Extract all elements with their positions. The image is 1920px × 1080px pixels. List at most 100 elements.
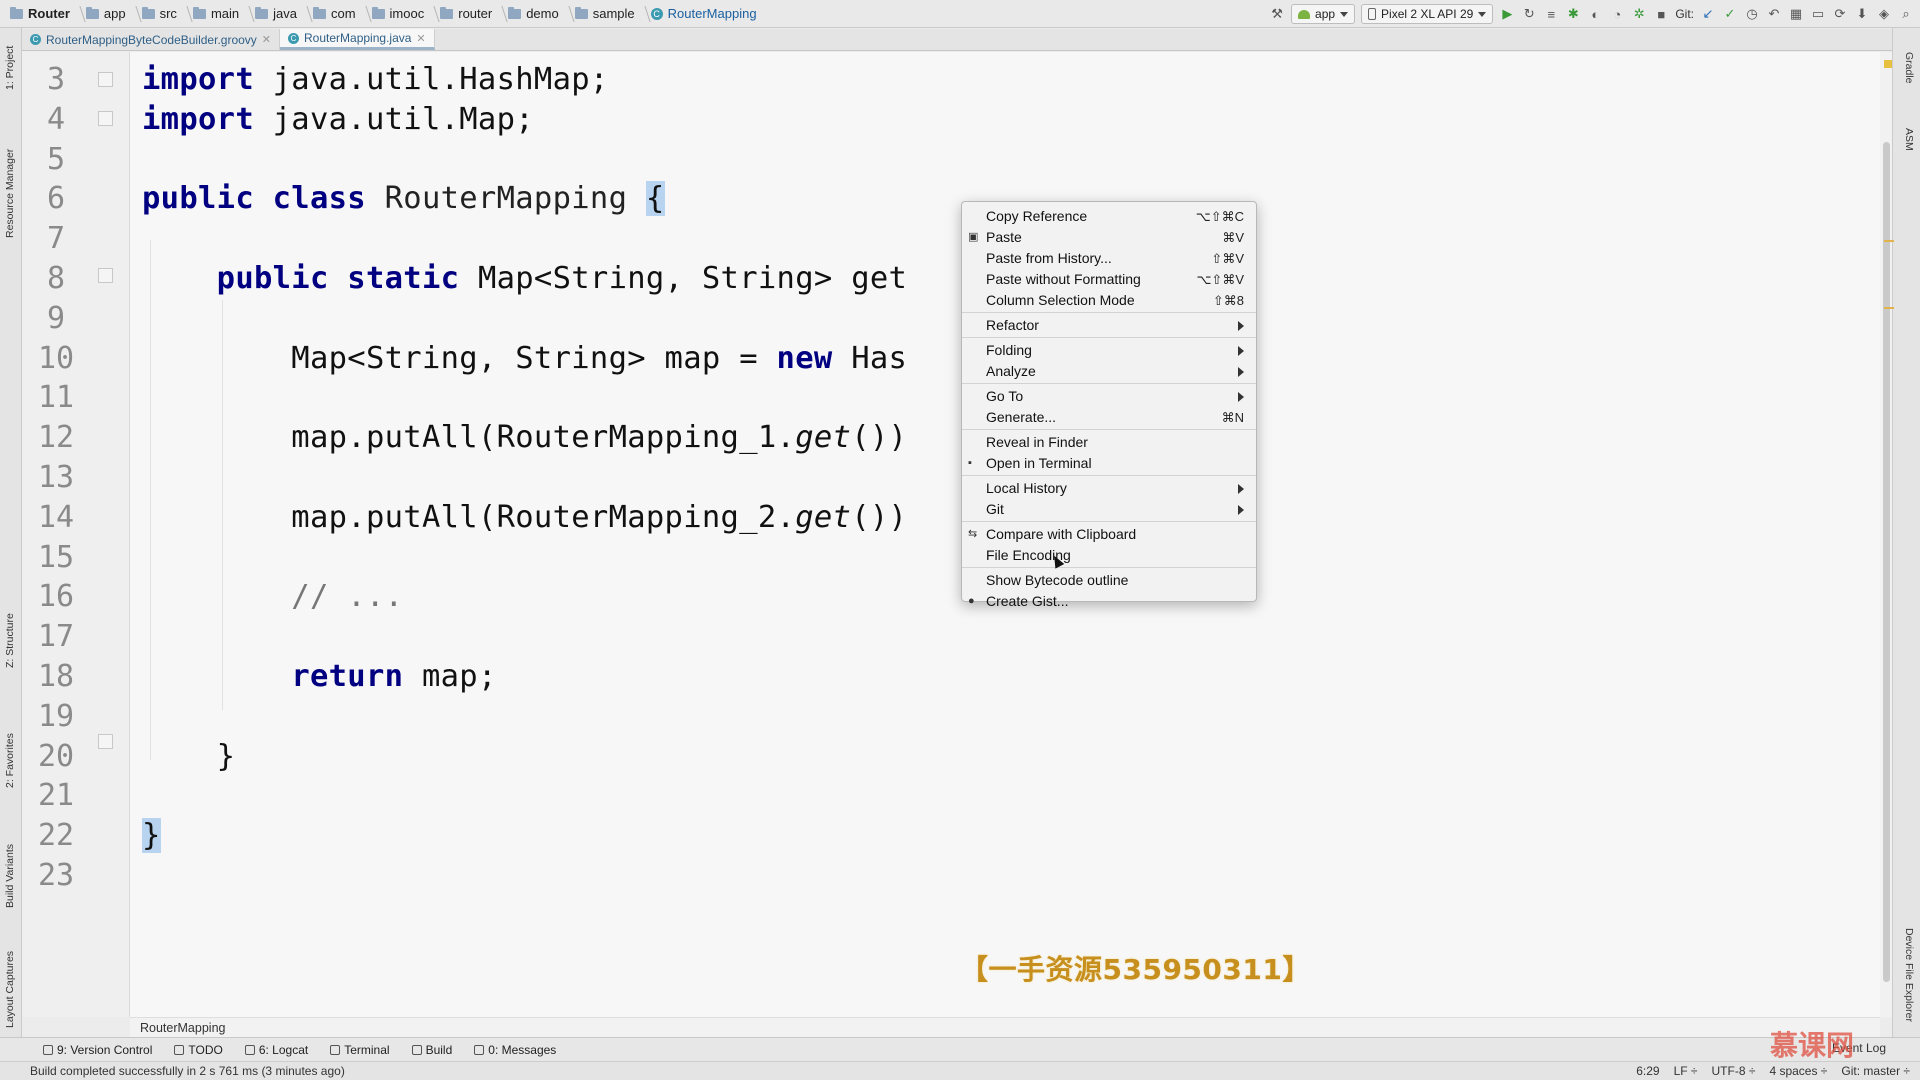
menu-item-analyze[interactable]: Analyze bbox=[962, 361, 1256, 382]
menu-item-local-history[interactable]: Local History bbox=[962, 478, 1256, 499]
line-separator-select[interactable]: LF ÷ bbox=[1674, 1062, 1698, 1080]
menu-item-column-selection-mode[interactable]: Column Selection Mode ⇧⌘8 bbox=[962, 290, 1256, 311]
scroll-marker[interactable] bbox=[1884, 307, 1894, 309]
breadcrumb-item[interactable]: imooc bbox=[368, 6, 429, 21]
profile-icon[interactable]: ◔ bbox=[1609, 6, 1625, 22]
tool-build-variants[interactable]: Build Variants bbox=[4, 844, 16, 908]
rerun-icon[interactable]: ↻ bbox=[1521, 6, 1537, 22]
fold-marker[interactable] bbox=[98, 72, 113, 87]
code-line[interactable]: public static Map<String, String> get bbox=[142, 259, 907, 298]
menu-item-show-bytecode-outline[interactable]: Show Bytecode outline bbox=[962, 570, 1256, 591]
tool-window-9-version-control[interactable]: 9: Version Control bbox=[32, 1043, 163, 1057]
menu-item-paste[interactable]: ▣ Paste ⌘V bbox=[962, 227, 1256, 248]
search-icon[interactable]: ⌕ bbox=[1898, 6, 1914, 22]
code-line[interactable]: import java.util.HashMap; bbox=[142, 60, 609, 99]
scroll-marker[interactable] bbox=[1884, 240, 1894, 242]
menu-item-git[interactable]: Git bbox=[962, 499, 1256, 520]
breadcrumb-item[interactable]: java bbox=[251, 6, 301, 21]
tool-layout-captures[interactable]: Layout Captures bbox=[4, 951, 16, 1028]
code-line[interactable]: map.putAll(RouterMapping_1.get()) bbox=[142, 418, 907, 457]
tool-resource-manager[interactable]: Resource Manager bbox=[4, 149, 16, 238]
code-line[interactable]: map.putAll(RouterMapping_2.get()) bbox=[142, 498, 907, 537]
menu-item-paste-without-formatting[interactable]: Paste without Formatting ⌥⇧⌘V bbox=[962, 269, 1256, 290]
menu-item-refactor[interactable]: Refactor bbox=[962, 315, 1256, 336]
tool-window-6-logcat[interactable]: 6: Logcat bbox=[234, 1043, 319, 1057]
inspection-status-icon[interactable] bbox=[1884, 60, 1892, 68]
breadcrumb-item[interactable]: sample bbox=[571, 6, 639, 21]
breadcrumb-item[interactable]: Router bbox=[6, 6, 74, 21]
debug-icon[interactable]: ✱ bbox=[1565, 6, 1581, 22]
tool-asm[interactable]: ASM bbox=[1903, 128, 1915, 151]
breadcrumb-item[interactable]: app bbox=[82, 6, 130, 21]
tool-favorites[interactable]: 2: Favorites bbox=[4, 733, 16, 788]
breadcrumb-item[interactable]: com bbox=[309, 6, 360, 21]
sync-gradle-icon[interactable]: ⟳ bbox=[1832, 6, 1848, 22]
menu-item-go-to[interactable]: Go To bbox=[962, 386, 1256, 407]
tab-groovy-builder[interactable]: C RouterMappingByteCodeBuilder.groovy ✕ bbox=[22, 29, 281, 50]
breadcrumb-item[interactable]: src bbox=[138, 6, 181, 21]
menu-item-create-gist[interactable]: ● Create Gist... bbox=[962, 591, 1256, 612]
tool-window-terminal[interactable]: Terminal bbox=[319, 1043, 400, 1057]
structure-breadcrumb[interactable]: RouterMapping bbox=[130, 1017, 1880, 1037]
status-message[interactable]: Build completed successfully in 2 s 761 … bbox=[30, 1062, 345, 1080]
hammer-icon[interactable]: ⚒ bbox=[1269, 6, 1285, 22]
code-line[interactable]: } bbox=[142, 816, 161, 855]
code-line[interactable]: Map<String, String> map = new Has bbox=[142, 339, 907, 378]
menu-item-generate[interactable]: Generate... ⌘N bbox=[962, 407, 1256, 428]
git-commit-icon[interactable]: ✓ bbox=[1722, 6, 1738, 22]
fold-marker[interactable] bbox=[98, 268, 113, 283]
breadcrumb-item[interactable]: C RouterMapping bbox=[647, 6, 761, 21]
caret-position[interactable]: 6:29 bbox=[1636, 1062, 1659, 1080]
menu-item-open-in-terminal[interactable]: ▪ Open in Terminal bbox=[962, 453, 1256, 474]
menu-item-paste-from-history[interactable]: Paste from History... ⇧⌘V bbox=[962, 248, 1256, 269]
menu-item-file-encoding[interactable]: File Encoding bbox=[962, 545, 1256, 566]
device-select[interactable]: Pixel 2 XL API 29 bbox=[1361, 4, 1494, 24]
editor-scrollbar[interactable] bbox=[1880, 52, 1892, 1017]
fold-marker[interactable] bbox=[98, 111, 113, 126]
fold-marker[interactable] bbox=[98, 734, 113, 749]
vcs-branch-select[interactable]: Git: master ÷ bbox=[1841, 1062, 1910, 1080]
indent-select[interactable]: 4 spaces ÷ bbox=[1769, 1062, 1827, 1080]
menu-item-folding[interactable]: Folding bbox=[962, 340, 1256, 361]
apply-changes-icon[interactable]: ≡ bbox=[1543, 6, 1559, 22]
revert-icon[interactable]: ↶ bbox=[1766, 6, 1782, 22]
tool-project[interactable]: 1: Project bbox=[4, 46, 16, 90]
tool-structure[interactable]: Z: Structure bbox=[4, 613, 16, 668]
stop-icon[interactable]: ■ bbox=[1653, 6, 1669, 22]
breadcrumb-item[interactable]: demo bbox=[504, 6, 563, 21]
terminal-icon: ▪ bbox=[968, 457, 972, 469]
code-line[interactable]: import java.util.Map; bbox=[142, 100, 534, 139]
menu-item-copy-reference[interactable]: Copy Reference ⌥⇧⌘C bbox=[962, 206, 1256, 227]
tab-router-mapping[interactable]: C RouterMapping.java ✕ bbox=[280, 29, 435, 50]
avd-manager-icon[interactable]: ▭ bbox=[1810, 6, 1826, 22]
coverage-icon[interactable]: ◐ bbox=[1587, 6, 1603, 22]
attach-debugger-icon[interactable]: ✲ bbox=[1631, 6, 1647, 22]
code-line[interactable]: } bbox=[142, 737, 235, 776]
tool-gradle[interactable]: Gradle bbox=[1903, 52, 1915, 84]
tool-device-file-explorer[interactable]: Device File Explorer bbox=[1903, 928, 1915, 1022]
code-line[interactable]: return map; bbox=[142, 657, 497, 696]
tool-window-build[interactable]: Build bbox=[401, 1043, 464, 1057]
project-structure-icon[interactable]: ▦ bbox=[1788, 6, 1804, 22]
run-config-select[interactable]: app bbox=[1291, 4, 1356, 24]
encoding-select[interactable]: UTF-8 ÷ bbox=[1712, 1062, 1756, 1080]
menu-item-compare-with-clipboard[interactable]: ⇆ Compare with Clipboard bbox=[962, 524, 1256, 545]
close-icon[interactable]: ✕ bbox=[262, 33, 271, 46]
code-token: get bbox=[795, 499, 852, 535]
layout-inspector-icon[interactable]: ◈ bbox=[1876, 6, 1892, 22]
run-icon[interactable]: ▶ bbox=[1499, 6, 1515, 22]
tool-window-0-messages[interactable]: 0: Messages bbox=[463, 1043, 567, 1057]
sdk-manager-icon[interactable]: ⬇ bbox=[1854, 6, 1870, 22]
close-icon[interactable]: ✕ bbox=[416, 32, 425, 45]
breadcrumb-item[interactable]: router bbox=[436, 6, 496, 21]
code-line[interactable]: public class RouterMapping { bbox=[142, 179, 665, 218]
history-icon[interactable]: ◷ bbox=[1744, 6, 1760, 22]
code-line[interactable]: // ... bbox=[142, 577, 403, 616]
scrollbar-thumb[interactable] bbox=[1883, 142, 1890, 982]
breadcrumb-item[interactable]: main bbox=[189, 6, 243, 21]
menu-item-label: Create Gist... bbox=[986, 593, 1069, 609]
git-update-icon[interactable]: ↙ bbox=[1700, 6, 1716, 22]
menu-item-reveal-in-finder[interactable]: Reveal in Finder bbox=[962, 432, 1256, 453]
tool-window-todo[interactable]: TODO bbox=[163, 1043, 233, 1057]
